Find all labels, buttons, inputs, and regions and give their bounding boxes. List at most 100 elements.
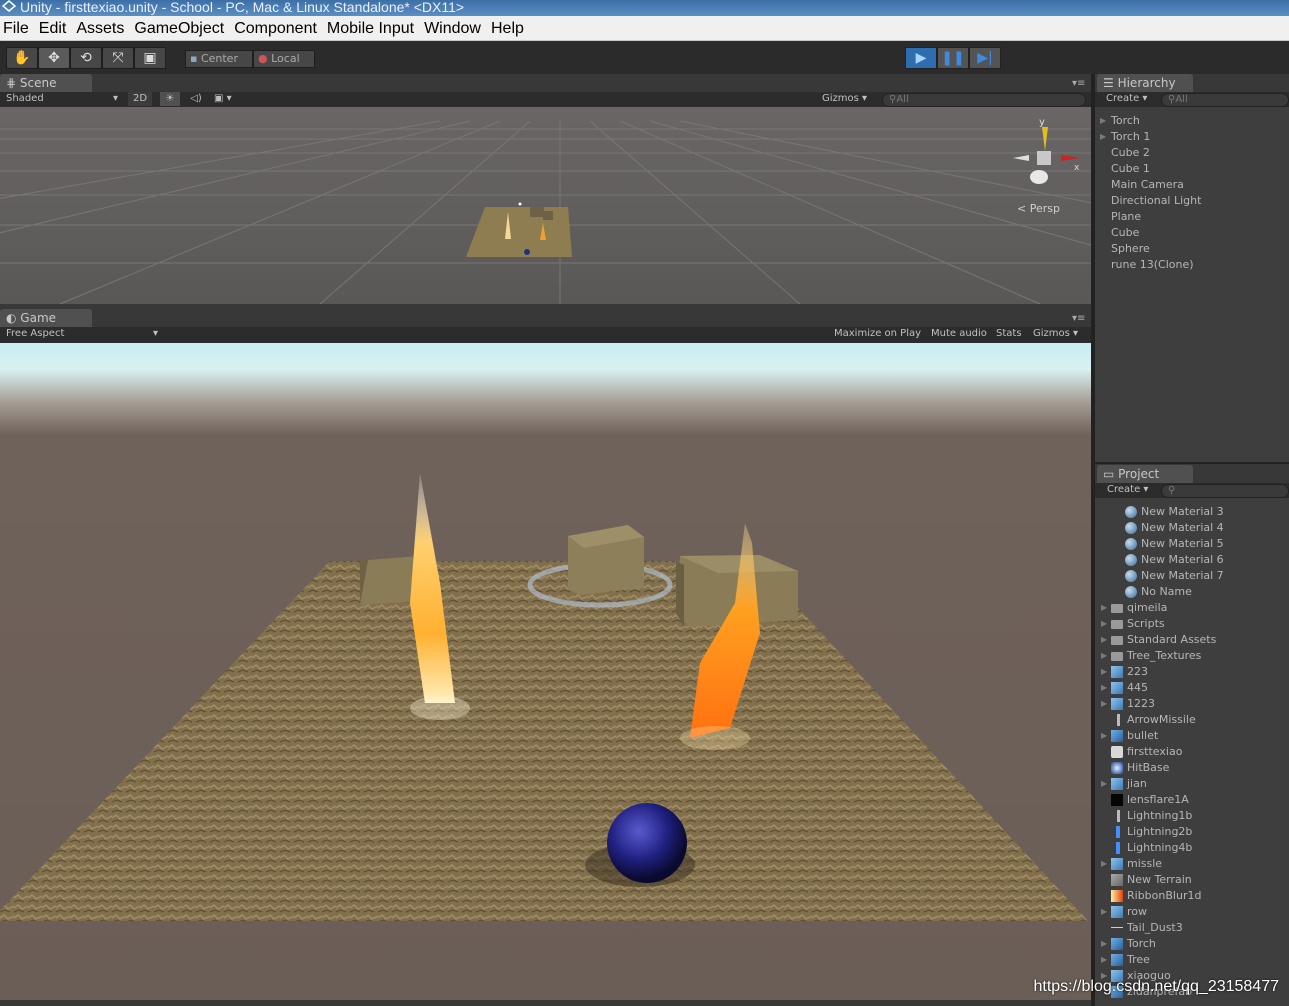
scene-search-input[interactable]: ⚲All [882,93,1086,107]
project-item[interactable]: ▶ 1223 [1101,696,1281,712]
move-tool-button[interactable]: ✥ [38,47,70,69]
hierarchy-item[interactable]: ▶ Torch 1 [1100,129,1150,145]
menu-window[interactable]: Window [421,16,488,38]
hierarchy-item[interactable]: Main Camera [1111,177,1184,193]
expand-arrow-icon[interactable]: ▶ [1101,904,1107,920]
expand-arrow-icon[interactable]: ▶ [1101,696,1107,712]
project-item[interactable]: ▶ 223 [1101,664,1281,680]
hierarchy-item[interactable]: ▶ Torch [1100,113,1140,129]
project-create-dropdown[interactable]: Create ▾ [1107,483,1148,497]
hierarchy-item[interactable]: Plane [1111,209,1141,225]
expand-arrow-icon[interactable]: ▶ [1101,664,1107,680]
hand-tool-button[interactable]: ✋ [6,47,38,69]
scene-viewport[interactable]: y x < Persp [0,107,1091,304]
hierarchy-create-dropdown[interactable]: Create ▾ [1106,92,1147,106]
expand-arrow-icon[interactable]: ▶ [1101,648,1107,664]
menu-component[interactable]: Component [231,16,324,38]
scene-audio-toggle[interactable]: ◁) [186,92,206,106]
expand-arrow-icon[interactable]: ▶ [1100,129,1106,145]
scale-tool-button[interactable]: ⤧ [102,47,134,69]
pivot-local-toggle[interactable]: ● Local [253,50,315,68]
menu-help[interactable]: Help [488,16,531,38]
project-item[interactable]: lensflare1A [1111,792,1281,808]
shading-mode-dropdown[interactable]: Shaded ▾ [6,92,118,106]
project-item[interactable]: ▶ bullet [1101,728,1281,744]
project-item[interactable]: ▶ missle [1101,856,1281,872]
rotate-tool-button[interactable]: ⟲ [70,47,102,69]
expand-arrow-icon[interactable]: ▶ [1101,600,1107,616]
project-item[interactable]: ▶ qimeila [1101,600,1281,616]
play-button[interactable]: ▶ [905,47,937,69]
expand-arrow-icon[interactable]: ▶ [1101,856,1107,872]
scene-toolbar: Shaded ▾ 2D ☀ ◁) ▣ ▾ Gizmos ▾ ⚲All [0,92,1091,107]
expand-arrow-icon[interactable]: ▶ [1101,776,1107,792]
expand-arrow-icon[interactable]: ▶ [1101,616,1107,632]
tab-scene[interactable]: ⋕ Scene [0,74,92,92]
scene-orientation-gizmo[interactable]: y x [1005,115,1085,195]
projection-label[interactable]: < Persp [1017,202,1060,215]
hierarchy-item[interactable]: rune 13(Clone) [1111,257,1194,273]
hierarchy-item[interactable]: Directional Light [1111,193,1201,209]
project-search-input[interactable]: ⚲ [1161,484,1289,498]
project-item[interactable]: Lightning1b [1111,808,1281,824]
project-item[interactable]: ▶ Standard Assets [1101,632,1281,648]
scene-gizmos-dropdown[interactable]: Gizmos ▾ [822,92,867,106]
hierarchy-search-input[interactable]: ⚲All [1161,93,1289,107]
hierarchy-item[interactable]: Sphere [1111,241,1150,257]
scene-lighting-toggle[interactable]: ☀ [160,92,180,106]
project-item[interactable]: New Material 5 [1125,536,1289,552]
project-item[interactable]: ArrowMissile [1111,712,1281,728]
expand-arrow-icon[interactable]: ▶ [1101,680,1107,696]
tab-project[interactable]: ▭ Project [1097,465,1193,483]
game-gizmos-dropdown[interactable]: Gizmos ▾ [1033,327,1078,341]
menu-file[interactable]: File [0,16,36,38]
project-item[interactable]: Lightning4b [1111,840,1281,856]
project-item[interactable]: ▶ Tree_Textures [1101,648,1281,664]
pause-button[interactable]: ❚❚ [937,47,969,69]
tab-game[interactable]: ◐ Game [0,309,92,327]
hierarchy-item[interactable]: Cube 1 [1111,161,1150,177]
game-viewport[interactable] [0,343,1091,1000]
menu-assets[interactable]: Assets [73,16,131,38]
hierarchy-item[interactable]: Cube [1111,225,1139,241]
project-item[interactable]: ▶ Tree [1101,952,1281,968]
project-item[interactable]: New Material 7 [1125,568,1289,584]
project-item[interactable]: HitBase [1111,760,1281,776]
expand-arrow-icon[interactable]: ▶ [1101,936,1107,952]
project-item[interactable]: ▶ jian [1101,776,1281,792]
expand-arrow-icon[interactable]: ▶ [1101,632,1107,648]
expand-arrow-icon[interactable]: ▶ [1101,728,1107,744]
list-icon: ☰ [1103,76,1118,90]
project-item[interactable]: New Material 3 [1125,504,1289,520]
menu-gameobject[interactable]: GameObject [131,16,231,38]
maximize-on-play-toggle[interactable]: Maximize on Play [834,327,921,341]
project-item[interactable]: ▶ Torch [1101,936,1281,952]
mute-audio-toggle[interactable]: Mute audio [931,327,987,341]
hierarchy-item[interactable]: Cube 2 [1111,145,1150,161]
project-item[interactable]: Tail_Dust3 [1111,920,1281,936]
menu-edit[interactable]: Edit [36,16,74,38]
pivot-center-toggle[interactable]: ▪ Center [185,50,253,68]
scene-panel-menu-icon[interactable]: ▾≡ [1072,78,1085,89]
rect-tool-button[interactable]: ▣ [134,47,166,69]
aspect-dropdown[interactable]: Free Aspect ▾ [6,327,158,341]
expand-arrow-icon[interactable]: ▶ [1101,952,1107,968]
project-item[interactable]: New Terrain [1111,872,1281,888]
project-item[interactable]: ▶ Scripts [1101,616,1281,632]
scene-2d-toggle[interactable]: 2D [128,92,152,106]
project-item[interactable]: RibbonBlur1d [1111,888,1281,904]
stats-toggle[interactable]: Stats [996,327,1022,341]
project-item[interactable]: firsttexiao [1111,744,1281,760]
project-item[interactable]: Lightning2b [1111,824,1281,840]
project-item[interactable]: New Material 6 [1125,552,1289,568]
project-item[interactable]: New Material 4 [1125,520,1289,536]
tab-hierarchy[interactable]: ☰ Hierarchy [1097,74,1193,92]
game-panel-menu-icon[interactable]: ▾≡ [1072,313,1085,324]
step-button[interactable]: ▶| [969,47,1001,69]
project-item[interactable]: ▶ row [1101,904,1281,920]
expand-arrow-icon[interactable]: ▶ [1100,113,1106,129]
project-item[interactable]: ▶ 445 [1101,680,1281,696]
menu-mobile-input[interactable]: Mobile Input [324,16,421,38]
project-item[interactable]: No Name [1125,584,1289,600]
scene-effects-dropdown[interactable]: ▣ ▾ [214,92,244,106]
